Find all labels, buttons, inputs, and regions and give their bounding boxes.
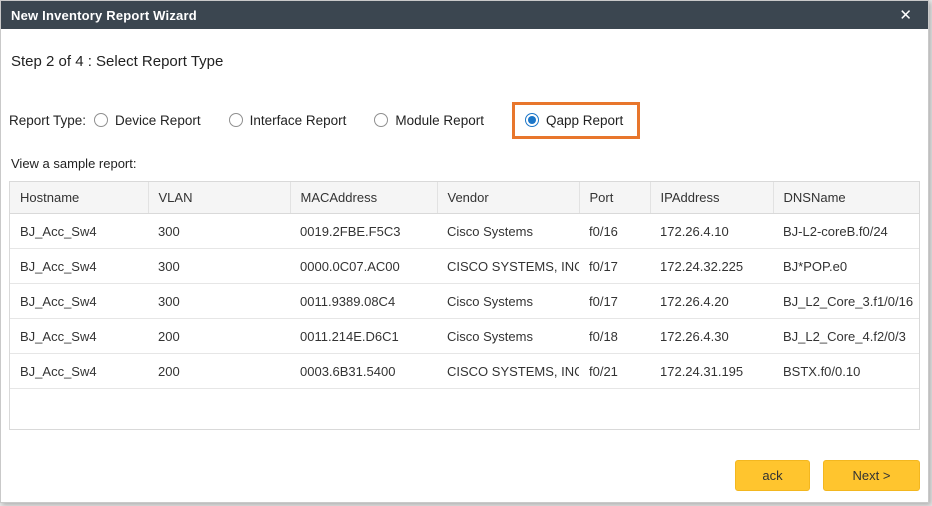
table-row: BJ_Acc_Sw43000011.9389.08C4Cisco Systems…	[10, 284, 919, 319]
table-cell: f0/21	[579, 354, 650, 389]
table-cell: BJ*POP.e0	[773, 249, 919, 284]
column-header-ipaddress: IPAddress	[650, 182, 773, 214]
column-header-macaddress: MACAddress	[290, 182, 437, 214]
table-header-row: HostnameVLANMACAddressVendorPortIPAddres…	[10, 182, 919, 214]
radio-icon[interactable]	[229, 113, 243, 127]
dialog-title: New Inventory Report Wizard	[11, 8, 895, 23]
table-cell: 300	[148, 249, 290, 284]
table-cell: Cisco Systems	[437, 214, 579, 249]
table-cell: Cisco Systems	[437, 319, 579, 354]
radio-icon[interactable]	[94, 113, 108, 127]
wizard-footer: ack Next >	[735, 460, 920, 491]
table-cell: BJ_Acc_Sw4	[10, 214, 148, 249]
radio-selected-icon[interactable]	[525, 113, 539, 127]
report-type-row: Report Type: Device Report Interface Repo…	[9, 100, 920, 140]
table-cell: 200	[148, 319, 290, 354]
step-heading: Step 2 of 4 : Select Report Type	[11, 53, 920, 70]
report-type-option-device-report[interactable]: Device Report	[94, 113, 201, 128]
next-button[interactable]: Next >	[823, 460, 920, 491]
dialog-titlebar: New Inventory Report Wizard ✕	[1, 1, 928, 29]
table-cell: CISCO SYSTEMS, INC.	[437, 249, 579, 284]
table-cell: 172.24.31.195	[650, 354, 773, 389]
table-cell: 200	[148, 354, 290, 389]
table-cell: BJ_L2_Core_3.f1/0/16	[773, 284, 919, 319]
close-icon[interactable]: ✕	[895, 6, 916, 25]
report-type-label: Report Type:	[9, 113, 86, 128]
column-header-vendor: Vendor	[437, 182, 579, 214]
table-body: BJ_Acc_Sw43000019.2FBE.F5C3Cisco Systems…	[10, 214, 919, 389]
column-header-vlan: VLAN	[148, 182, 290, 214]
table-cell: 0011.9389.08C4	[290, 284, 437, 319]
sample-report-table: HostnameVLANMACAddressVendorPortIPAddres…	[10, 182, 919, 389]
table-cell: 300	[148, 284, 290, 319]
table-row: BJ_Acc_Sw42000003.6B31.5400CISCO SYSTEMS…	[10, 354, 919, 389]
table-row: BJ_Acc_Sw42000011.214E.D6C1Cisco Systems…	[10, 319, 919, 354]
table-cell: 172.24.32.225	[650, 249, 773, 284]
column-header-hostname: Hostname	[10, 182, 148, 214]
table-cell: 0019.2FBE.F5C3	[290, 214, 437, 249]
table-cell: 172.26.4.10	[650, 214, 773, 249]
screen: New Inventory Report Wizard ✕ Step 2 of …	[0, 0, 932, 506]
dialog-content: Step 2 of 4 : Select Report Type Report …	[1, 29, 928, 502]
table-cell: BJ_Acc_Sw4	[10, 319, 148, 354]
radio-option-label: Device Report	[115, 113, 201, 128]
table-cell: 0011.214E.D6C1	[290, 319, 437, 354]
report-type-options: Device Report Interface Report Module Repo…	[94, 102, 640, 139]
table-cell: BJ_L2_Core_4.f2/0/3	[773, 319, 919, 354]
sample-report-label: View a sample report:	[11, 156, 920, 171]
radio-icon[interactable]	[374, 113, 388, 127]
table-cell: BJ_Acc_Sw4	[10, 354, 148, 389]
table-cell: 0000.0C07.AC00	[290, 249, 437, 284]
radio-option-label: Interface Report	[250, 113, 347, 128]
radio-option-label: Module Report	[395, 113, 484, 128]
table-cell: f0/18	[579, 319, 650, 354]
table-cell: f0/16	[579, 214, 650, 249]
table-cell: 300	[148, 214, 290, 249]
table-cell: BSTX.f0/0.10	[773, 354, 919, 389]
column-header-dnsname: DNSName	[773, 182, 919, 214]
report-type-option-interface-report[interactable]: Interface Report	[229, 113, 347, 128]
radio-option-label: Qapp Report	[546, 113, 623, 128]
table-row: BJ_Acc_Sw43000000.0C07.AC00CISCO SYSTEMS…	[10, 249, 919, 284]
report-type-option-module-report[interactable]: Module Report	[374, 113, 484, 128]
table-cell: 0003.6B31.5400	[290, 354, 437, 389]
table-header: HostnameVLANMACAddressVendorPortIPAddres…	[10, 182, 919, 214]
table-cell: BJ_Acc_Sw4	[10, 249, 148, 284]
table-cell: 172.26.4.20	[650, 284, 773, 319]
report-type-option-qapp-report[interactable]: Qapp Report	[512, 102, 640, 139]
sample-report-table-container: HostnameVLANMACAddressVendorPortIPAddres…	[9, 181, 920, 430]
table-cell: f0/17	[579, 249, 650, 284]
back-button[interactable]: ack	[735, 460, 810, 491]
table-cell: BJ_Acc_Sw4	[10, 284, 148, 319]
table-cell: BJ-L2-coreB.f0/24	[773, 214, 919, 249]
table-cell: 172.26.4.30	[650, 319, 773, 354]
table-cell: f0/17	[579, 284, 650, 319]
table-cell: Cisco Systems	[437, 284, 579, 319]
table-row: BJ_Acc_Sw43000019.2FBE.F5C3Cisco Systems…	[10, 214, 919, 249]
table-cell: CISCO SYSTEMS, INC.	[437, 354, 579, 389]
new-inventory-report-wizard-dialog: New Inventory Report Wizard ✕ Step 2 of …	[0, 0, 929, 503]
column-header-port: Port	[579, 182, 650, 214]
